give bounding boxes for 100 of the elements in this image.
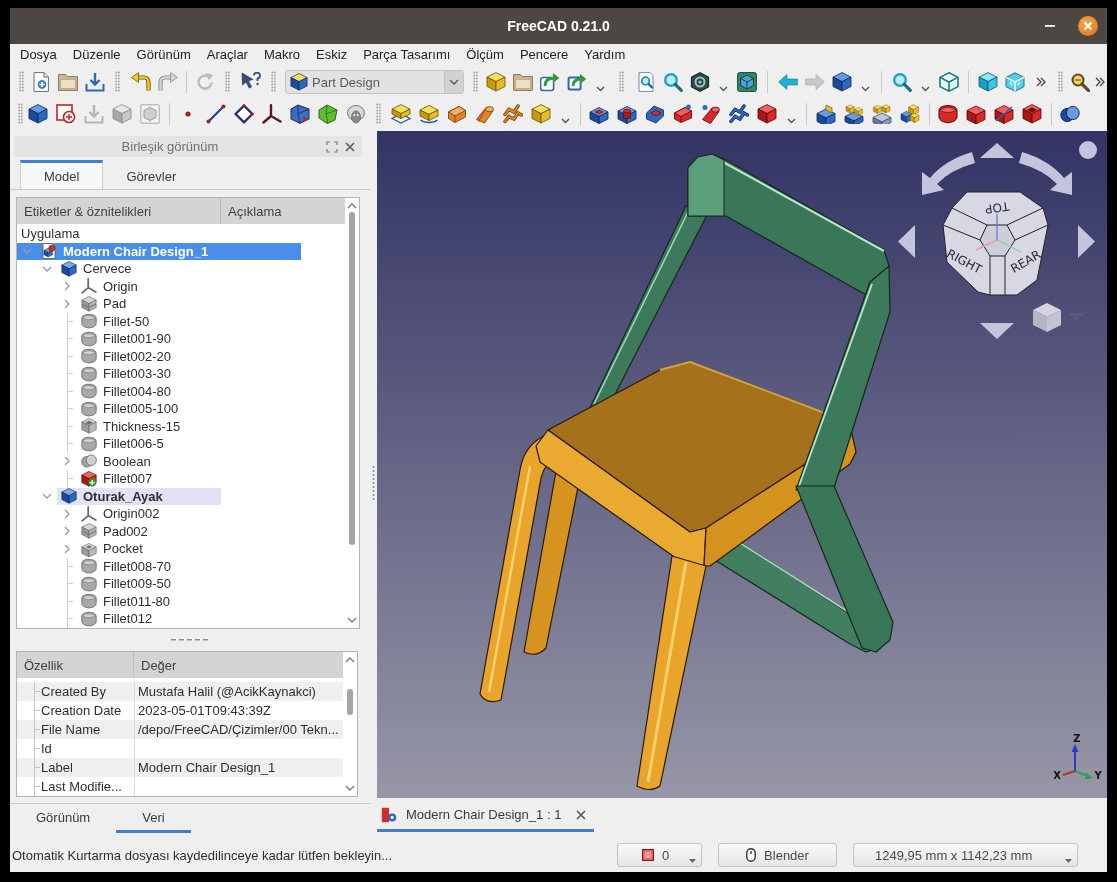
toolbar-grip[interactable] — [472, 71, 478, 93]
diamond-icon[interactable] — [234, 104, 254, 124]
selection-button[interactable]: 0 — [617, 843, 702, 867]
splitter-handle[interactable] — [171, 639, 209, 641]
caret-icon[interactable] — [786, 118, 796, 124]
tree-item[interactable]: Fillet003-30 — [57, 365, 175, 383]
capsule-icon[interactable] — [1060, 104, 1080, 124]
tree-item[interactable]: Pad002 — [57, 522, 152, 540]
toolbar-grip[interactable] — [1057, 71, 1063, 93]
dimensions-button[interactable]: 1249,95 mm x 1142,23 mm — [853, 843, 1078, 867]
property-value[interactable]: Modern Chair Design_1 — [138, 760, 276, 775]
cube-icon[interactable] — [757, 104, 777, 124]
block-icon[interactable] — [844, 104, 864, 124]
chevron-right-icon[interactable] — [64, 456, 70, 467]
toolbar-grip[interactable] — [270, 71, 276, 93]
property-value[interactable]: /depo/FreeCAD/Çizimler/00 Tekn... — [138, 722, 339, 737]
tab[interactable]: Görünüm — [10, 804, 117, 833]
block-icon[interactable] — [816, 104, 836, 124]
undo-icon[interactable] — [130, 72, 151, 92]
block-icon[interactable] — [589, 104, 609, 124]
menu-item[interactable]: Parça Tasarımı — [356, 45, 458, 65]
toolbar-grip[interactable] — [618, 71, 624, 93]
help-pointer-icon[interactable] — [240, 72, 261, 92]
block-icon[interactable] — [645, 104, 665, 124]
caret-icon[interactable] — [718, 86, 728, 92]
cube-icon[interactable] — [966, 104, 986, 124]
menu-item[interactable]: Makro — [256, 45, 308, 65]
double-chevron-icon[interactable] — [1095, 77, 1105, 87]
tree-item[interactable]: Pocket — [57, 540, 147, 558]
chevron-right-icon[interactable] — [64, 508, 70, 519]
chevron-down-icon[interactable] — [42, 265, 52, 272]
tree-item[interactable]: Fillet009-50 — [57, 575, 175, 593]
wireframe-cube-icon[interactable] — [938, 72, 959, 92]
zoom-icon[interactable] — [662, 72, 683, 92]
tab[interactable]: Veri — [116, 804, 191, 833]
menu-item[interactable]: Eskiz — [309, 45, 355, 65]
tree-item[interactable]: Fillet002-20 — [57, 347, 175, 365]
tube-icon[interactable] — [701, 104, 721, 124]
close-icon[interactable] — [1078, 16, 1098, 36]
arrow-up-icon[interactable] — [980, 143, 1014, 158]
column-header[interactable]: Açıklama — [221, 198, 345, 224]
menu-item[interactable]: Pencere — [512, 45, 576, 65]
line-icon[interactable] — [206, 104, 226, 124]
block-icon[interactable] — [391, 104, 411, 124]
new-document-icon[interactable] — [30, 72, 51, 92]
chevron-down-icon[interactable] — [345, 785, 355, 791]
cube-icon[interactable] — [831, 72, 852, 92]
block-icon[interactable] — [617, 104, 637, 124]
tree-item[interactable]: Cervece — [37, 260, 136, 278]
splitter-handle[interactable] — [372, 465, 375, 503]
toolbar-grip[interactable] — [115, 71, 120, 93]
column-header[interactable]: Özellik — [17, 652, 134, 678]
cube-icon[interactable] — [994, 104, 1014, 124]
folder-icon[interactable] — [512, 72, 533, 92]
chevron-down-icon[interactable] — [42, 493, 52, 500]
magnifier-icon[interactable] — [1069, 72, 1090, 92]
download-icon[interactable] — [84, 72, 105, 92]
tree-item[interactable]: Fillet012 — [57, 610, 157, 628]
column-header[interactable]: Değer — [134, 652, 343, 678]
toolbar-grip[interactable] — [17, 103, 23, 125]
chevron-right-icon[interactable] — [64, 298, 70, 309]
shape-icon[interactable] — [318, 104, 338, 124]
cube-icon[interactable] — [900, 104, 920, 124]
caret-icon[interactable] — [595, 86, 605, 92]
spring-icon[interactable] — [503, 104, 523, 124]
toolbar-grip[interactable] — [19, 71, 24, 93]
scrollbar-thumb[interactable] — [347, 689, 353, 715]
chevron-up-icon[interactable] — [347, 203, 357, 209]
tree-item[interactable]: Fillet001-90 — [57, 330, 175, 348]
caret-icon[interactable] — [920, 86, 930, 92]
close-icon[interactable] — [576, 809, 587, 820]
property-row[interactable]: File Name /depo/FreeCAD/Çizimler/00 Tekn... — [17, 720, 343, 739]
frame-icon[interactable] — [56, 104, 76, 124]
toolbar-grip[interactable] — [376, 103, 381, 125]
menu-item[interactable]: Düzenle — [65, 45, 128, 65]
point-icon[interactable] — [185, 111, 191, 117]
tab[interactable]: Model — [20, 160, 104, 189]
property-row[interactable]: Last Modifie... — [17, 777, 343, 796]
caret-icon[interactable] — [860, 86, 870, 92]
cube-icon[interactable] — [1033, 303, 1061, 332]
tree-item[interactable]: Fillet-50 — [57, 312, 154, 330]
menu-item[interactable]: Araçlar — [199, 45, 255, 65]
chevron-right-icon[interactable] — [64, 526, 70, 537]
tree-item[interactable]: Origin002 — [57, 505, 164, 523]
menu-item[interactable]: Yardım — [577, 45, 633, 65]
folder-icon[interactable] — [57, 72, 78, 92]
zoom-icon[interactable] — [891, 72, 912, 92]
arrow-down-icon[interactable] — [980, 323, 1014, 339]
toolbar-grip[interactable] — [225, 71, 230, 93]
block-icon[interactable] — [419, 104, 439, 124]
navigation-style-button[interactable]: Blender — [718, 843, 837, 867]
block-icon[interactable] — [447, 104, 467, 124]
tree-item[interactable]: Origin — [57, 277, 142, 295]
cube-icon[interactable] — [1022, 104, 1042, 124]
property-value[interactable]: Mustafa Halil (@AcikKaynakci) — [138, 684, 316, 699]
menu-item[interactable]: Dosya — [13, 45, 64, 65]
tree-item[interactable]: Fillet005-100 — [57, 400, 183, 418]
block-icon[interactable] — [673, 104, 693, 124]
tree-item[interactable]: Pad — [57, 295, 131, 313]
arrow-right-icon[interactable] — [1078, 225, 1095, 258]
